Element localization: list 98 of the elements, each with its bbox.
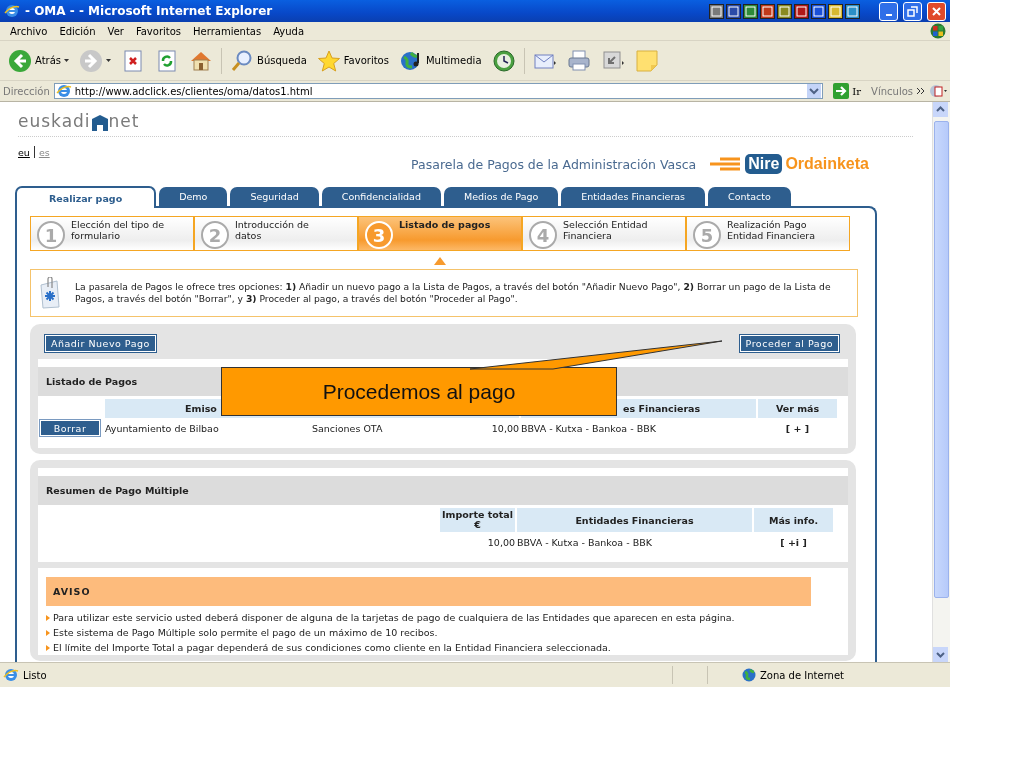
column-header: Ver más	[758, 399, 837, 418]
nav-tab[interactable]: Medios de Pago	[443, 187, 559, 206]
proceed-button[interactable]: Proceder al Pago	[739, 335, 839, 352]
app-icon[interactable]	[760, 3, 775, 19]
restore-button[interactable]	[903, 1, 922, 21]
step-pointer-icon	[434, 257, 446, 265]
notice-text: Este sistema de Pago Múltiple solo permite el pago de un máximo de 10 recibos.	[53, 627, 438, 638]
go-arrow-icon	[833, 83, 850, 99]
nav-tab[interactable]: Entidades Financieras	[561, 187, 706, 206]
dropdown-arrow-icon	[106, 59, 112, 62]
notice-title: AVISO	[46, 577, 811, 606]
printer-icon	[566, 48, 591, 73]
back-button[interactable]: Atrás	[6, 46, 72, 75]
table-cell-text: Sanciones OTA	[311, 421, 384, 436]
windows-flag-icon	[930, 23, 946, 39]
language-link[interactable]: eu	[18, 146, 30, 158]
menu-item[interactable]: Archivo	[4, 25, 54, 37]
speed-lines-icon	[708, 156, 743, 172]
site-logo[interactable]: euskadi net	[18, 109, 913, 137]
scroll-down-icon	[933, 647, 948, 662]
app-icon[interactable]	[777, 3, 792, 19]
table-cell-text: 10,00	[490, 421, 519, 436]
table-cell-text: 10,00	[486, 535, 515, 550]
app-icon[interactable]	[709, 3, 724, 19]
page-icon	[3, 667, 19, 683]
scroll-thumb[interactable]	[934, 121, 949, 598]
go-button[interactable]: Ir	[827, 83, 868, 99]
note-icon	[634, 48, 659, 73]
house-block-icon	[91, 115, 108, 131]
app-icon[interactable]	[726, 3, 741, 19]
scrollbar[interactable]	[932, 102, 950, 662]
links-label[interactable]: Vínculos	[871, 85, 913, 97]
window-title: - OMA - - Microsoft Internet Explorer	[25, 4, 274, 18]
nav-tab[interactable]: Demo	[159, 187, 228, 206]
menu-item[interactable]: Favoritos	[129, 25, 188, 37]
close-icon	[931, 5, 942, 17]
back-icon	[8, 48, 32, 73]
globe-icon	[742, 668, 756, 682]
notice-text: El límite del Importe Total a pagar dependerá de sus condiciones como cliente en la Entidad Financiera seleccionada.	[53, 642, 611, 653]
nav-tab[interactable]: Seguridad	[230, 187, 319, 206]
zone-text: Zona de Internet	[760, 669, 844, 681]
status-text: Listo	[23, 669, 47, 681]
add-payment-button[interactable]: Añadir Nuevo Pago	[45, 335, 156, 352]
dropdown-arrow-icon	[64, 59, 70, 62]
minimize-button[interactable]	[879, 1, 898, 21]
clock-icon	[491, 48, 516, 73]
step-item[interactable]: 2 Introducción de datos	[194, 216, 358, 251]
column-header: Entidades Financieras	[517, 508, 752, 532]
menu-item[interactable]: Herramientas	[187, 25, 268, 37]
media-button[interactable]: Multimedia	[396, 46, 484, 75]
table-cell-text: BBVA - Kutxa - Bankoa - BBK	[517, 535, 653, 550]
restore-icon	[907, 5, 918, 17]
address-field[interactable]: http://www.adclick.es/clientes/oma/datos1.html	[53, 83, 824, 99]
scroll-up-icon	[933, 102, 948, 117]
app-icon[interactable]	[794, 3, 809, 19]
chevron-icon	[917, 87, 925, 95]
minimize-icon	[885, 13, 892, 16]
brand-name: Ordainketa	[785, 155, 869, 173]
table-cell-text: Ayuntamiento de Bilbao	[105, 421, 220, 436]
app-icon[interactable]	[845, 3, 860, 19]
brand-badge: Nire	[745, 154, 783, 174]
step-item[interactable]: 1 Elección del tipo de formulario	[30, 216, 194, 251]
app-icon[interactable]	[811, 3, 826, 19]
column-header: Más info.	[754, 508, 833, 532]
browser-icon	[4, 3, 20, 19]
step-item[interactable]: 4 Selección Entidad Financiera	[522, 216, 686, 251]
column-header: Importe total €	[440, 508, 515, 532]
step-item[interactable]: 5 Realización Pago Entidad Financiera	[686, 216, 850, 251]
pdf-icon[interactable]	[929, 84, 947, 98]
menu-item[interactable]: Ver	[101, 25, 130, 37]
bullet-icon	[46, 644, 50, 651]
favorites-button[interactable]: Favoritos	[314, 46, 391, 75]
app-icon[interactable]	[828, 3, 843, 19]
delete-button[interactable]: Borrar	[40, 420, 100, 436]
nav-tab[interactable]: Contacto	[708, 187, 791, 206]
nav-tab[interactable]: Confidencialidad	[321, 187, 441, 206]
star-icon	[316, 48, 341, 73]
site-tagline: Pasarela de Pagos de la Administración Vasca	[411, 156, 697, 172]
more-link[interactable]: [ +i ]	[754, 532, 833, 552]
menu-item[interactable]: Edición	[53, 25, 102, 37]
search-button[interactable]: Búsqueda	[228, 46, 309, 75]
section-header: Resumen de Pago Múltiple	[38, 476, 848, 505]
language-link[interactable]: es	[38, 146, 50, 158]
page-icon	[55, 83, 72, 99]
table-cell-text: BBVA - Kutxa - Bankoa - BBK	[521, 421, 657, 436]
address-label: Dirección	[3, 85, 50, 97]
app-icon[interactable]	[743, 3, 758, 19]
step-item[interactable]: 3 Listado de pagos	[358, 216, 522, 251]
menu-item[interactable]: Ayuda	[267, 25, 311, 37]
bullet-icon	[46, 629, 50, 636]
forward-icon	[79, 48, 104, 73]
more-link[interactable]: [ + ]	[758, 418, 837, 438]
bullet-icon	[46, 614, 50, 621]
close-button[interactable]	[927, 1, 946, 21]
notice-text: Para utilizar este servicio usted deberá disponer de alguna de la tarjetas de pago de cualquiera de las Entidades que aparecen en esta página.	[53, 612, 735, 623]
info-text: La pasarela de Pagos le ofrece tres opciones: 1) Añadir un nuevo pago a la Lista de Pagos, a través del botón "Añadir Nuevo Pago", 2) Borrar un pago de la Lista de Pagos, a través del botón "Borrar", y 3) Proceder al pago, a través del botón "Proceder al Pago".	[75, 281, 832, 305]
nav-tab[interactable]: Realizar pago	[15, 186, 157, 208]
note-clip-icon	[39, 277, 61, 309]
